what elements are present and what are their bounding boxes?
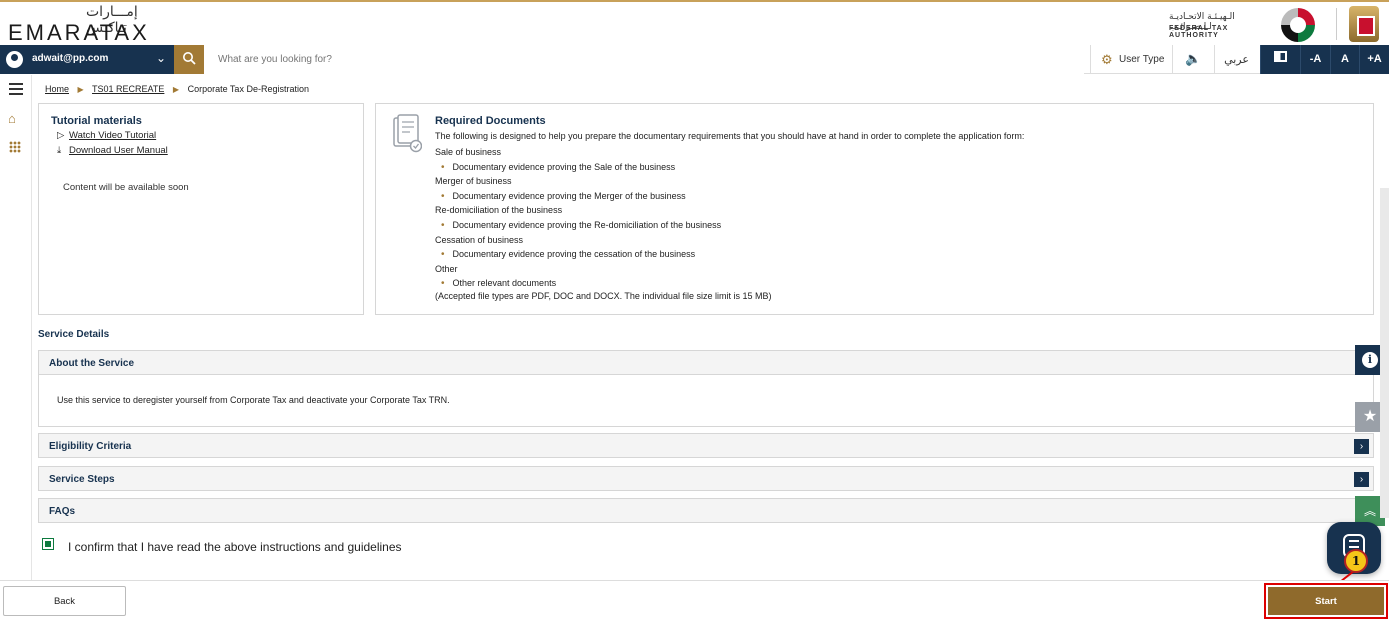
search-button[interactable] — [174, 45, 204, 74]
document-item: Documentary evidence proving the Re-domi… — [435, 218, 722, 233]
top-nav: adwait@pp.com ⌄ ⚙ User Type 🔈 عربي -A A … — [0, 45, 1389, 74]
logo-english-text: EMARATAX — [8, 20, 150, 45]
footer-bar: Back Start — [0, 580, 1389, 619]
language-toggle[interactable]: عربي — [1214, 45, 1258, 74]
breadcrumb-home[interactable]: Home — [45, 84, 69, 94]
documents-icon — [393, 114, 422, 153]
chevron-right-icon[interactable]: › — [1354, 472, 1369, 487]
breadcrumb-arrow-icon: ▶ — [172, 85, 180, 94]
scrollbar[interactable] — [1380, 188, 1389, 518]
chevron-right-icon[interactable]: › — [1354, 439, 1369, 454]
document-category: Cessation of business — [435, 234, 524, 245]
star-icon: ★ — [1362, 408, 1378, 425]
document-item: Other relevant documents — [435, 276, 721, 291]
document-item: Documentary evidence proving the Sale of… — [435, 160, 721, 175]
breadcrumb: Home ▶ TS01 RECREATE ▶ Corporate Tax De-… — [45, 84, 309, 94]
gear-icon: ⚙ — [1101, 52, 1113, 67]
search-icon — [183, 52, 196, 65]
tutorial-content-note: Content will be available soon — [63, 182, 189, 193]
confirm-checkbox[interactable] — [42, 538, 54, 550]
download-manual-label: Download User Manual — [69, 145, 168, 156]
required-documents-panel: Required Documents The following is desi… — [375, 103, 1374, 315]
fta-logo: الـهيـئـة الاتحـاديـة لـلـضـرائـب FEDERA… — [1169, 8, 1319, 42]
required-documents-intro: The following is designed to help you pr… — [435, 131, 1025, 141]
watch-video-link[interactable]: ▷ Watch Video Tutorial — [57, 130, 156, 141]
document-category: Other — [435, 263, 458, 274]
user-type-label: User Type — [1119, 54, 1165, 65]
user-menu[interactable]: adwait@pp.com ⌄ — [0, 45, 174, 74]
start-button[interactable]: Start — [1268, 587, 1384, 615]
accordion-label: About the Service — [49, 358, 135, 369]
fta-english-text: FEDERAL TAX AUTHORITY — [1169, 25, 1229, 39]
back-button[interactable]: Back — [3, 586, 126, 616]
required-documents-title: Required Documents — [435, 115, 546, 127]
breadcrumb-arrow-icon: ▶ — [77, 85, 84, 94]
user-email: adwait@pp.com — [32, 53, 109, 64]
font-increase-button[interactable]: +A — [1359, 45, 1389, 74]
confirm-label: I confirm that I have read the above ins… — [68, 540, 402, 554]
watch-video-label: Watch Video Tutorial — [69, 130, 157, 141]
document-category: Re-domiciliation of the business — [435, 205, 563, 216]
required-documents-list: Sale of business Documentary evidence pr… — [435, 145, 721, 291]
user-icon — [6, 51, 23, 68]
info-icon: i — [1362, 352, 1378, 368]
chevron-down-icon: ⌄ — [156, 51, 167, 65]
breadcrumb-current: Corporate Tax De-Registration — [187, 84, 309, 94]
accordion-service-steps[interactable]: Service Steps › — [38, 466, 1374, 491]
step-badge: 1 — [1344, 549, 1368, 573]
tutorial-title: Tutorial materials — [51, 115, 142, 127]
header-divider — [1336, 8, 1337, 40]
document-item: Documentary evidence proving the Merger … — [435, 189, 721, 204]
about-service-text: Use this service to deregister yourself … — [57, 395, 450, 405]
file-type-note: (Accepted file types are PDF, DOC and DO… — [435, 291, 772, 301]
left-rail: ⌂ — [0, 75, 32, 580]
download-manual-link[interactable]: ⤓ Download User Manual — [57, 145, 168, 156]
contrast-icon — [1274, 51, 1287, 62]
about-service-body: Use this service to deregister yourself … — [38, 375, 1374, 427]
contrast-toggle[interactable] — [1260, 45, 1300, 74]
download-icon: ⤓ — [57, 145, 62, 156]
uae-emblem-icon — [1349, 6, 1379, 42]
document-item: Documentary evidence proving the cessati… — [435, 247, 721, 262]
apps-grid-icon[interactable] — [9, 141, 21, 153]
tutorial-panel: Tutorial materials ▷ Watch Video Tutorial… — [38, 103, 364, 315]
accordion-eligibility-criteria[interactable]: Eligibility Criteria › — [38, 433, 1374, 458]
chevron-up-icon: ︽ — [1363, 504, 1376, 518]
home-icon[interactable]: ⌂ — [8, 111, 16, 126]
speaker-icon[interactable]: 🔈 — [1172, 45, 1214, 74]
accordion-about-service[interactable]: About the Service — [38, 350, 1374, 375]
search-input[interactable] — [204, 45, 1084, 74]
brand-header: إمـــارات تـاكـس EMARATAX الـهيـئـة الات… — [0, 0, 1389, 45]
breadcrumb-parent[interactable]: TS01 RECREATE — [92, 84, 164, 94]
service-details-title: Service Details — [38, 329, 110, 340]
font-decrease-button[interactable]: -A — [1300, 45, 1330, 74]
accordion-label: Eligibility Criteria — [49, 441, 132, 452]
document-category: Merger of business — [435, 176, 512, 187]
accordion-label: FAQs — [49, 506, 76, 517]
document-category: Sale of business — [435, 147, 502, 157]
font-reset-button[interactable]: A — [1330, 45, 1359, 74]
accordion-label: Service Steps — [49, 474, 115, 485]
play-icon: ▷ — [57, 130, 65, 141]
menu-icon[interactable] — [9, 83, 23, 98]
emaratax-logo[interactable]: إمـــارات تـاكـس EMARATAX — [8, 4, 168, 45]
user-type-button[interactable]: ⚙ User Type — [1090, 45, 1170, 74]
fta-emblem-icon — [1281, 8, 1315, 42]
accordion-faqs[interactable]: FAQs — [38, 498, 1374, 523]
